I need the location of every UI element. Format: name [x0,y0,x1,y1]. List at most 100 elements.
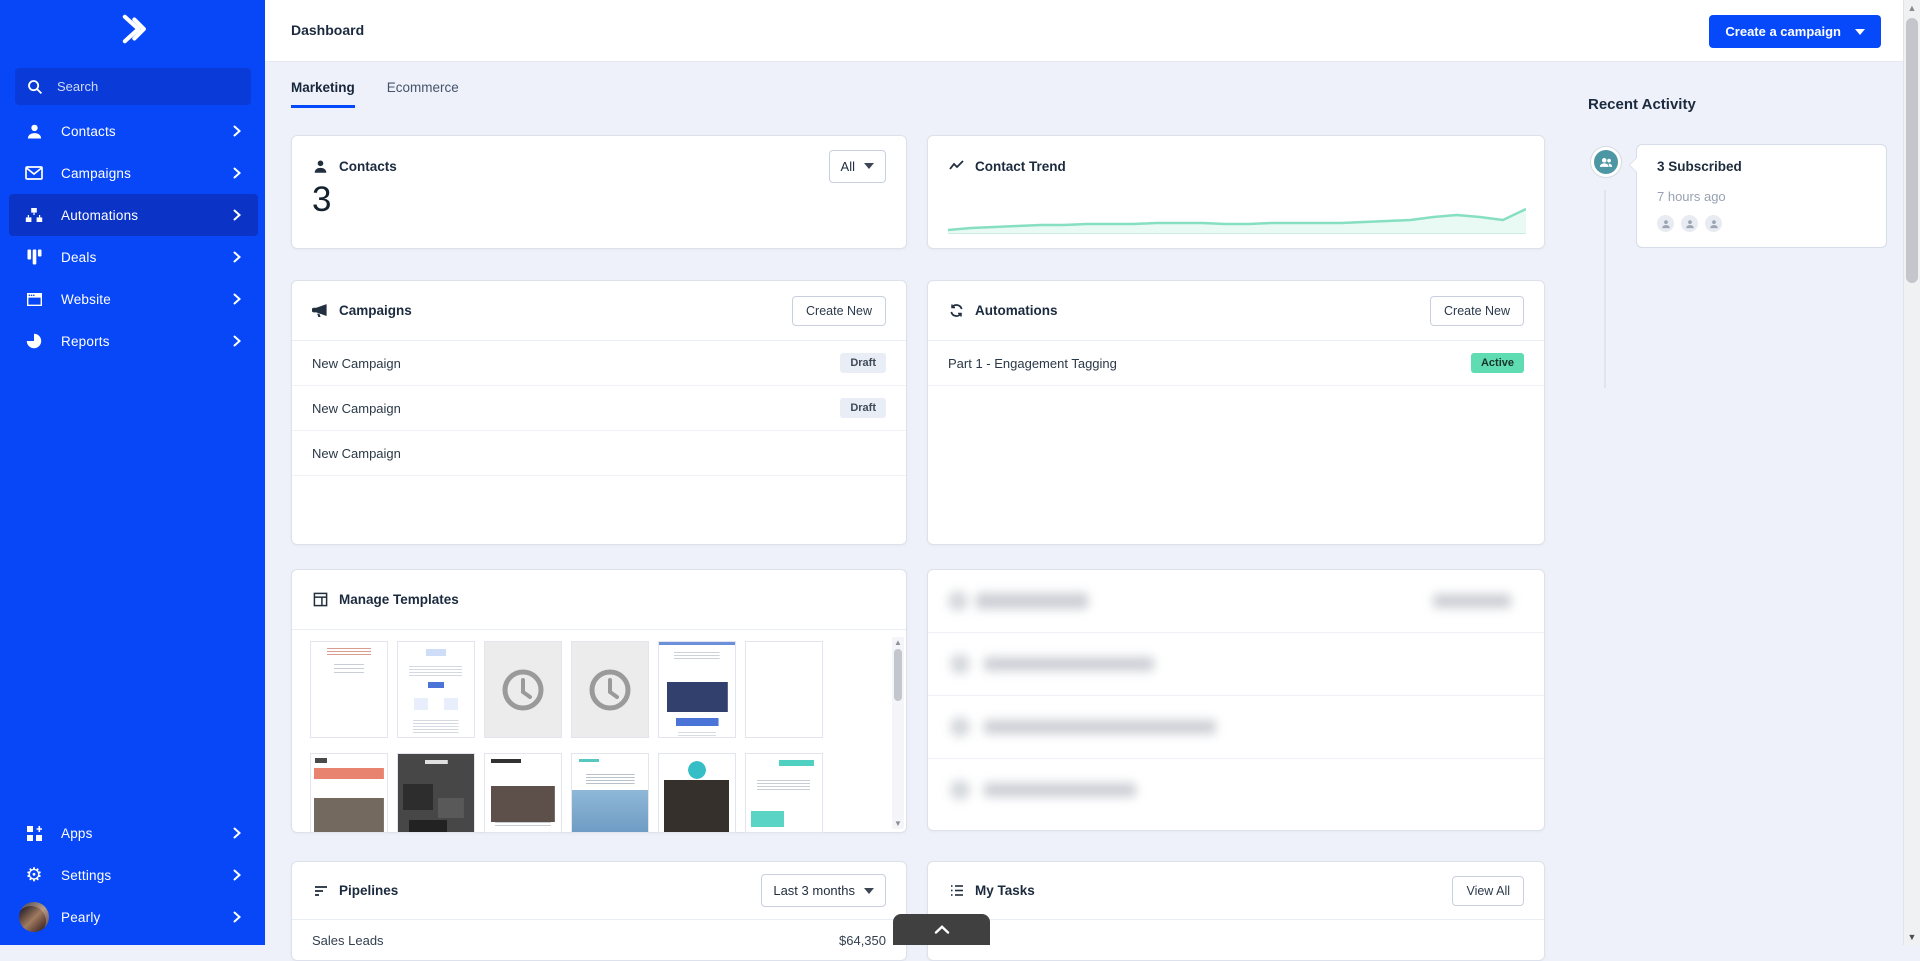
pipelines-card: Pipelines Last 3 months Sales Leads $64,3… [291,861,907,961]
template-thumbnail-clock[interactable] [484,641,562,738]
reports-icon [24,331,44,351]
sidebar-item-label: Reports [61,333,110,349]
checklist-icon [948,882,965,899]
campaigns-create-new-button[interactable]: Create New [792,295,886,326]
status-badge: Draft [840,398,886,418]
campaign-row[interactable]: New Campaign Draft [292,386,906,431]
automation-row-name: Part 1 - Engagement Tagging [948,355,1117,371]
redacted-icon [948,591,968,611]
pipeline-row[interactable]: Sales Leads $64,350 [292,920,906,948]
chevron-right-icon [233,251,241,263]
tab-ecommerce[interactable]: Ecommerce [387,80,459,108]
scroll-down-arrow-icon[interactable]: ▼ [892,819,904,828]
redacted-row-icon [950,654,970,674]
redacted-card [927,569,1545,831]
caret-down-icon [864,163,874,169]
chevron-right-icon [233,827,241,839]
campaign-row[interactable]: New Campaign Draft [292,341,906,386]
scroll-up-arrow-icon[interactable]: ▲ [892,638,904,647]
page-scrollbar-thumb[interactable] [1906,18,1918,283]
megaphone-icon [312,302,329,319]
page-scrollbar[interactable]: ▲ ▼ [1903,0,1920,945]
tasks-card-title: My Tasks [975,883,1035,898]
template-thumbnail-sky[interactable] [571,753,649,833]
create-campaign-button[interactable]: Create a campaign [1709,15,1881,48]
template-thumbnail-dark-collage[interactable] [397,753,475,833]
campaigns-list: New Campaign Draft New Campaign Draft New Ca… [292,341,906,476]
template-thumbnail-newsletter[interactable] [397,641,475,738]
pipeline-value: $64,350 [839,933,886,948]
template-thumbnail-modernist[interactable] [310,753,388,833]
sidebar-item-contacts[interactable]: Contacts [9,110,258,152]
automations-create-new-button[interactable]: Create New [1430,295,1524,326]
sidebar-item-label: Campaigns [61,165,132,181]
redacted-row-icon [950,780,970,800]
search-icon [28,79,43,94]
search-input[interactable] [55,78,229,95]
chevron-right-icon [233,167,241,179]
chevron-right-icon [233,125,241,137]
sidebar-item-label: Apps [61,825,93,841]
my-tasks-card: My Tasks View All [927,861,1545,961]
sidebar-item-reports[interactable]: Reports [9,320,258,362]
deals-icon [24,247,44,267]
redacted-row-text [984,783,1136,797]
contact-trend-header: Contact Trend [928,136,1544,196]
trend-line-icon [948,158,965,175]
sidebar-item-settings[interactable]: ⚙ Settings [9,854,258,896]
pipelines-range-select[interactable]: Last 3 months [761,874,886,907]
tasks-view-all-button[interactable]: View All [1452,875,1524,906]
status-badge: Active [1470,353,1524,373]
pipelines-card-header: Pipelines Last 3 months [292,862,906,920]
template-thumbnail-promo[interactable] [658,641,736,738]
chevron-right-icon [233,293,241,305]
activecampaign-logo-icon[interactable] [114,10,152,48]
activity-card[interactable]: 3 Subscribed 7 hours ago [1629,144,1887,248]
sidebar-search [15,68,251,105]
sidebar-item-apps[interactable]: Apps [9,812,258,854]
automations-card-title: Automations [975,303,1058,318]
sidebar-item-website[interactable]: Website [9,278,258,320]
sidebar-nav: Contacts Campaigns Automations Deals Website… [0,110,265,362]
template-thumbnail-portfolio[interactable] [484,753,562,833]
templates-scrollbar-thumb[interactable] [894,649,902,701]
sidebar-item-deals[interactable]: Deals [9,236,258,278]
sidebar-item-automations[interactable]: Automations [9,194,258,236]
scrollbar-up-arrow-icon[interactable]: ▲ [1904,3,1920,13]
scroll-to-top-button[interactable] [893,914,990,945]
activity-avatars [1657,215,1722,232]
tab-marketing[interactable]: Marketing [291,80,355,108]
campaign-row[interactable]: New Campaign [292,431,906,476]
contact-avatar-icon[interactable] [1657,215,1674,232]
sidebar-item-campaigns[interactable]: Campaigns [9,152,258,194]
templates-scrollbar[interactable]: ▲ ▼ [892,637,904,829]
template-thumbnail-clock[interactable] [571,641,649,738]
automation-row[interactable]: Part 1 - Engagement Tagging Active [928,341,1544,386]
template-thumbnail-letter[interactable] [310,641,388,738]
contact-avatar-icon[interactable] [1681,215,1698,232]
contacts-filter-select[interactable]: All [828,149,886,183]
contact-trend-chart [948,207,1526,234]
template-thumbnail-teal[interactable] [745,753,823,833]
template-thumbnail-blank[interactable] [745,641,823,738]
apps-icon [24,823,44,843]
redacted-filter [1433,594,1511,608]
avatar-icon [19,902,49,932]
contacts-card-header: Contacts All [292,136,906,196]
chevron-right-icon [233,869,241,881]
sidebar-item-pearly[interactable]: Pearly [9,896,258,938]
person-icon [24,121,44,141]
automation-icon [24,205,44,225]
template-thumbnail-profile[interactable] [658,753,736,833]
sidebar-item-label: Contacts [61,123,116,139]
contacts-card: Contacts All 3 [291,135,907,249]
campaigns-card-title: Campaigns [339,303,412,318]
filter-bars-icon [312,882,329,899]
divider [928,695,1544,696]
contact-avatar-icon[interactable] [1705,215,1722,232]
scrollbar-down-arrow-icon[interactable]: ▼ [1904,932,1920,942]
top-header: Dashboard [265,0,1920,62]
app-root: Contacts Campaigns Automations Deals Website… [0,0,1920,961]
user-avatar [19,902,49,932]
status-badge: Draft [840,353,886,373]
